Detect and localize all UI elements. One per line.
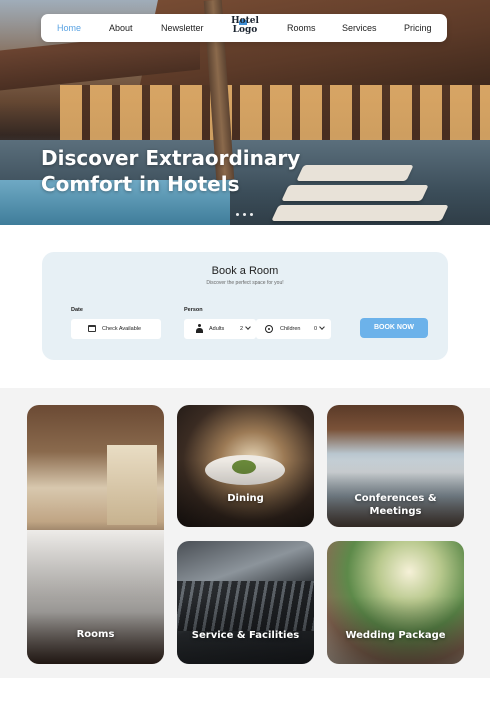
top-navbar: Home About Newsletter Hotel Logo Rooms S… — [41, 14, 447, 42]
child-icon — [265, 325, 273, 333]
card-label-rooms: Rooms — [76, 629, 115, 640]
hero-photo-lounger — [271, 205, 449, 221]
calendar-icon — [88, 325, 96, 332]
carousel-dot[interactable] — [250, 213, 253, 216]
children-label: Children — [280, 326, 301, 332]
nav-item-pricing[interactable]: Pricing — [404, 23, 432, 33]
nav-item-home[interactable]: Home — [57, 23, 81, 33]
carousel-dots — [236, 213, 253, 216]
nav-item-about[interactable]: About — [109, 23, 133, 33]
chevron-down-icon — [319, 324, 325, 330]
card-overlay — [27, 405, 164, 664]
card-label-dining: Dining — [227, 493, 264, 504]
card-overlay — [177, 541, 314, 664]
card-overlay — [177, 405, 314, 527]
adults-value: 2 — [240, 326, 244, 332]
booking-subtitle: Discover the perfect space for you! — [206, 280, 284, 286]
card-services[interactable]: Service & Facilities — [177, 541, 314, 664]
card-overlay — [327, 541, 464, 664]
booking-title: Book a Room — [211, 265, 279, 277]
card-label-wedding: Wedding Package — [345, 630, 446, 641]
nav-item-services[interactable]: Services — [342, 23, 377, 33]
date-field[interactable]: Check Available — [71, 319, 161, 339]
chevron-down-icon — [245, 324, 251, 330]
card-label-conferences-line1: Conferences & — [354, 493, 437, 504]
date-field-value: Check Available — [102, 326, 142, 332]
card-label-conferences-line2: Meetings — [369, 506, 422, 517]
hotel-logo[interactable]: Hotel Logo — [230, 17, 260, 39]
hero-title-line1: Discover Extraordinary — [41, 146, 301, 170]
card-conferences[interactable]: Conferences & Meetings — [327, 405, 464, 527]
category-section: Rooms Dining Conferences & Meetings Serv… — [0, 388, 490, 678]
carousel-dot[interactable] — [243, 213, 246, 216]
person-label: Person — [184, 307, 203, 313]
card-wedding[interactable]: Wedding Package — [327, 541, 464, 664]
card-label-services: Service & Facilities — [191, 630, 300, 641]
booking-panel: Book a Room Discover the perfect space f… — [42, 252, 448, 360]
hero-photo-windows — [60, 85, 490, 145]
adults-label: Adults — [209, 326, 225, 332]
hero-banner: Home About Newsletter Hotel Logo Rooms S… — [0, 0, 490, 225]
card-label-conferences: Conferences & Meetings — [327, 492, 464, 518]
book-now-button[interactable]: BOOK NOW — [360, 318, 428, 338]
logo-text-line2: Logo — [232, 25, 258, 35]
person-icon — [196, 324, 203, 334]
carousel-dot[interactable] — [236, 213, 239, 216]
date-label: Date — [71, 307, 83, 313]
children-value: 0 — [314, 326, 318, 332]
children-select[interactable]: Children 0 — [256, 319, 331, 339]
nav-item-newsletter[interactable]: Newsletter — [161, 23, 204, 33]
adults-select[interactable]: Adults 2 — [184, 319, 256, 339]
card-rooms[interactable]: Rooms — [27, 405, 164, 664]
card-dining[interactable]: Dining — [177, 405, 314, 527]
nav-item-rooms[interactable]: Rooms — [287, 23, 316, 33]
hero-title: Discover Extraordinary Comfort in Hotels — [41, 145, 341, 197]
hero-title-line2: Comfort in Hotels — [41, 172, 240, 196]
